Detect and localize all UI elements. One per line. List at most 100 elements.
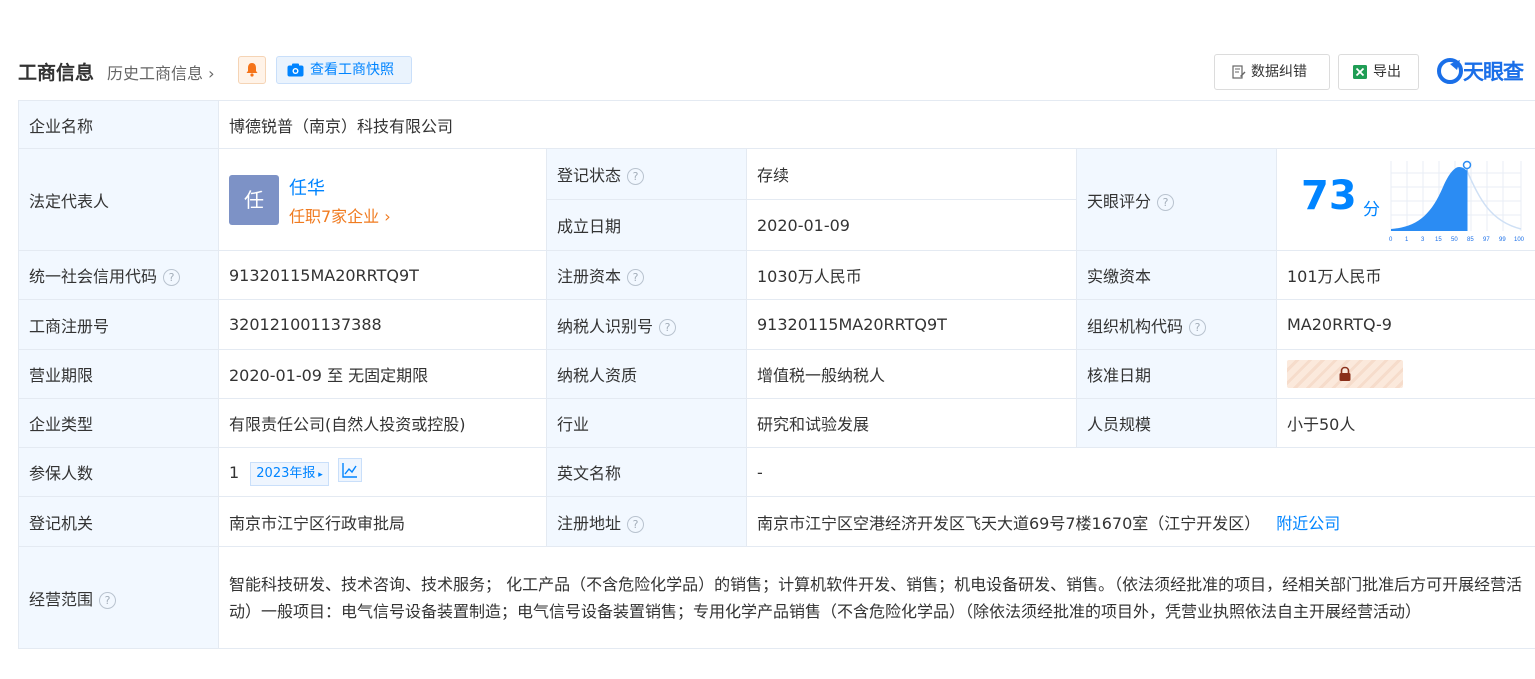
score-marker-dot xyxy=(1462,160,1472,170)
reg-capital-value: 1030万人民币 xyxy=(746,250,1077,300)
org-code-label-cell: 组织机构代码? xyxy=(1076,299,1277,350)
history-info-link[interactable]: 历史工商信息 › xyxy=(107,60,215,84)
nearby-companies-link[interactable]: 附近公司 xyxy=(1276,514,1340,533)
taxpayer-id-label-cell: 纳税人识别号? xyxy=(546,299,747,350)
annual-report-button[interactable]: 2023年报 ▸ xyxy=(250,462,329,486)
data-correction-button[interactable]: 数据纠错 xyxy=(1214,54,1330,90)
approval-date-cell xyxy=(1275,349,1535,399)
biz-reg-no-label: 工商注册号 xyxy=(18,299,219,350)
table-row: 经营范围? 智能科技研发、技术咨询、技术服务； 化工产品（不含危险化学品）的销售… xyxy=(18,546,1535,649)
question-icon[interactable]: ? xyxy=(1157,193,1175,211)
industry-label: 行业 xyxy=(546,398,747,448)
legal-rep-jobs-text: 任职7家企业 xyxy=(289,207,380,226)
locked-value-button[interactable] xyxy=(1287,360,1403,388)
camera-icon xyxy=(287,63,304,77)
table-row: 企业名称 博德锐普（南京）科技有限公司 xyxy=(18,100,1535,149)
table-row: 登记机关 南京市江宁区行政审批局 注册地址? 南京市江宁区空港经济开发区飞天大道… xyxy=(18,496,1535,547)
credit-code-label: 统一社会信用代码 xyxy=(29,267,158,286)
score-cell[interactable]: 73 分 0 1 3 15 50 85 97 99 100 xyxy=(1275,148,1535,251)
question-icon[interactable]: ? xyxy=(1189,318,1207,336)
reg-address-label: 注册地址 xyxy=(557,513,622,533)
section-header: 工商信息 历史工商信息 › 查看工商快照 数据纠错 导出 天眼查 xyxy=(0,52,1535,90)
data-correction-label: 数据纠错 xyxy=(1251,64,1307,80)
question-icon[interactable]: ? xyxy=(627,269,645,286)
company-name-label: 企业名称 xyxy=(18,100,219,149)
question-icon[interactable]: ? xyxy=(163,269,181,286)
logo-text: 天眼查 xyxy=(1463,60,1524,84)
staff-size-value: 小于50人 xyxy=(1275,398,1535,448)
question-icon[interactable]: ? xyxy=(627,515,645,533)
distribution-curve-tail xyxy=(1466,170,1522,230)
chart-tick-label: 1 xyxy=(1405,237,1409,243)
trend-chart-icon xyxy=(342,463,357,478)
approval-date-label: 核准日期 xyxy=(1076,349,1277,399)
export-button[interactable]: 导出 xyxy=(1338,54,1419,90)
chevron-right-icon: › xyxy=(208,64,215,83)
chart-tick-label: 85 xyxy=(1467,237,1474,243)
insured-cell: 1 2023年报 ▸ xyxy=(218,447,547,497)
history-info-label: 历史工商信息 xyxy=(107,64,204,83)
legal-rep-jobs-link[interactable]: 任职7家企业 › xyxy=(289,203,391,227)
biz-scope-label: 经营范围 xyxy=(29,589,94,609)
company-name-value: 博德锐普（南京）科技有限公司 xyxy=(217,100,1535,149)
table-row: 工商注册号 320121001137388 纳税人识别号? 91320115MA… xyxy=(18,299,1535,350)
english-name-value: - xyxy=(745,447,1535,497)
company-type-value: 有限责任公司(自然人投资或控股) xyxy=(218,398,547,448)
view-snapshot-label: 查看工商快照 xyxy=(310,62,394,78)
score-value: 73 xyxy=(1301,173,1357,219)
taxpayer-id-label: 纳税人识别号 xyxy=(557,316,654,336)
bell-button[interactable] xyxy=(238,56,266,84)
org-code-value: MA20RRTQ-9 xyxy=(1275,299,1535,350)
lock-icon xyxy=(1339,366,1351,381)
excel-icon xyxy=(1353,65,1367,79)
section-title: 工商信息 xyxy=(18,62,95,84)
legal-rep-name-link[interactable]: 任华 xyxy=(289,174,325,200)
score-unit: 分 xyxy=(1363,200,1380,220)
question-icon[interactable]: ? xyxy=(627,168,645,185)
insured-label: 参保人数 xyxy=(18,447,219,497)
score-label: 天眼评分 xyxy=(1087,191,1152,211)
question-icon[interactable]: ? xyxy=(659,318,677,336)
logo-mark-icon xyxy=(1437,58,1463,84)
credit-code-label-cell: 统一社会信用代码? xyxy=(18,250,219,300)
biz-term-value: 2020-01-09 至 无固定期限 xyxy=(218,349,547,399)
staff-size-label: 人员规模 xyxy=(1076,398,1277,448)
industry-value: 研究和试验发展 xyxy=(746,398,1077,448)
reg-address-value: 南京市江宁区空港经济开发区飞天大道69号7楼1670室（江宁开发区） xyxy=(757,513,1261,533)
view-snapshot-button[interactable]: 查看工商快照 xyxy=(276,56,412,84)
distribution-area xyxy=(1391,167,1467,231)
company-type-label: 企业类型 xyxy=(18,398,219,448)
paid-capital-value: 101万人民币 xyxy=(1275,250,1535,300)
table-row: 统一社会信用代码? 91320115MA20RRTQ9T 注册资本? 1030万… xyxy=(18,250,1535,300)
table-row: 企业类型 有限责任公司(自然人投资或控股) 行业 研究和试验发展 人员规模 小于… xyxy=(18,398,1535,448)
reg-address-label-cell: 注册地址? xyxy=(546,496,747,547)
chart-tick-label: 97 xyxy=(1483,237,1490,243)
trend-chart-button[interactable] xyxy=(337,458,362,482)
bell-icon xyxy=(246,63,258,77)
credit-code-value: 91320115MA20RRTQ9T xyxy=(218,250,547,300)
reg-status-value: 存续 xyxy=(746,148,1077,200)
taxpayer-id-value: 91320115MA20RRTQ9T xyxy=(746,299,1077,350)
biz-scope-label-cell: 经营范围? xyxy=(18,546,219,649)
avatar[interactable]: 任 xyxy=(229,175,279,225)
insured-count: 1 xyxy=(229,463,240,482)
table-row: 法定代表人 任 任华 任职7家企业 › 登记状态? 存续 天眼评分? 73 分 … xyxy=(18,148,1535,251)
reg-status-label: 登记状态 xyxy=(557,166,622,185)
export-label: 导出 xyxy=(1373,64,1401,80)
chart-tick-label: 15 xyxy=(1435,237,1442,243)
chart-tick-label: 99 xyxy=(1499,237,1506,243)
chart-tick-label: 50 xyxy=(1451,237,1458,243)
score-label-cell: 天眼评分? xyxy=(1076,148,1277,251)
reg-status-label-cell: 登记状态? xyxy=(546,148,747,200)
table-row: 营业期限 2020-01-09 至 无固定期限 纳税人资质 增值税一般纳税人 核… xyxy=(18,349,1535,399)
biz-term-label: 营业期限 xyxy=(18,349,219,399)
reg-address-cell: 南京市江宁区空港经济开发区飞天大道69号7楼1670室（江宁开发区） 附近公司 xyxy=(745,496,1535,547)
chart-tick-label: 100 xyxy=(1514,237,1525,243)
biz-scope-value: 智能科技研发、技术咨询、技术服务； 化工产品（不含危险化学品）的销售；计算机软件… xyxy=(217,546,1535,649)
legal-rep-cell: 任 任华 任职7家企业 › xyxy=(218,148,547,251)
table-row: 参保人数 1 2023年报 ▸ 英文名称 - xyxy=(18,447,1535,497)
paid-capital-label: 实缴资本 xyxy=(1076,250,1277,300)
question-icon[interactable]: ? xyxy=(99,591,117,609)
reg-authority-label: 登记机关 xyxy=(18,496,219,547)
taxpayer-qual-label: 纳税人资质 xyxy=(546,349,747,399)
